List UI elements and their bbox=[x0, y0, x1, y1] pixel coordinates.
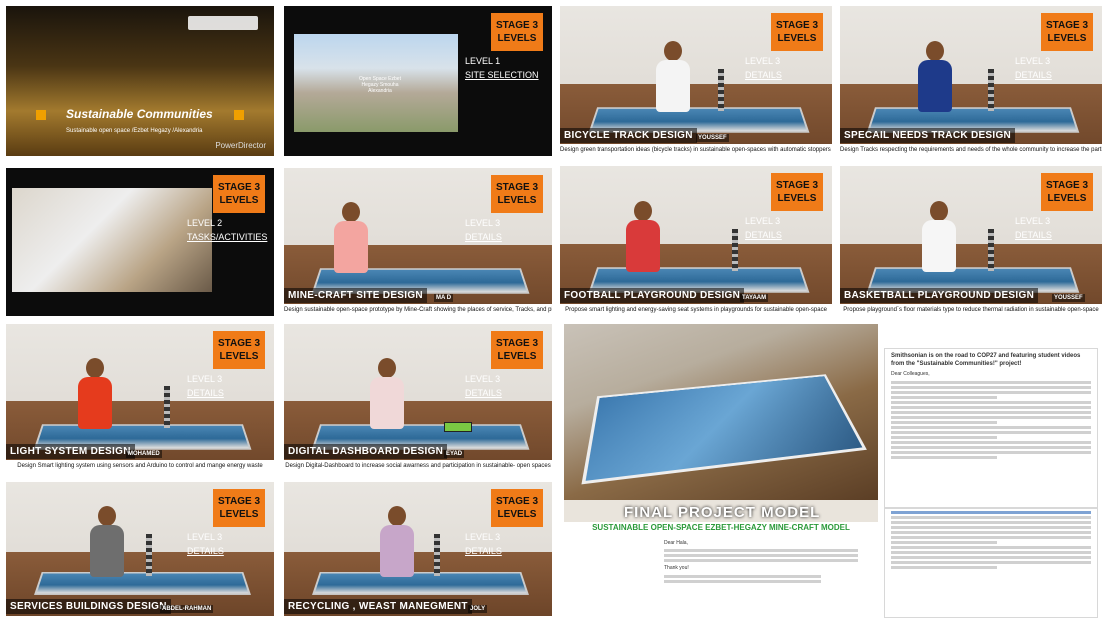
letter-greeting: Dear Hala, bbox=[664, 540, 688, 546]
watermark: PowerDirector bbox=[215, 141, 266, 150]
level-info: LEVEL 3 DETAILS bbox=[465, 218, 502, 242]
level-info: LEVEL 3 DETAILS bbox=[745, 56, 782, 80]
recycling-tile: STAGE 3 LEVELS LEVEL 3 DETAILS RECYCLING ,… bbox=[284, 482, 552, 616]
tile-caption: Design sustainable open-space prototype … bbox=[284, 304, 552, 316]
site-tile: Open Space Ezbet Hegazy Smouha Alexandri… bbox=[284, 6, 552, 156]
student-name: TAYAAM bbox=[740, 294, 769, 302]
tile-title: LIGHT SYSTEM DESIGN bbox=[6, 444, 135, 459]
basketball-tile: STAGE 3 LEVELS LEVEL 3 DETAILS BASKETBALL … bbox=[840, 166, 1102, 316]
bicycle-tile: STAGE 3 LEVELS LEVEL 3 DETAILS BICYCLE TRA… bbox=[560, 6, 832, 156]
email-greeting: Dear Colleagues, bbox=[891, 371, 930, 377]
services-tile: STAGE 3 LEVELS LEVEL 3 DETAILS SERVICES BU… bbox=[6, 482, 274, 616]
level-info: LEVEL 3 DETAILS bbox=[465, 532, 502, 556]
letter-screenshot: Dear Hala, Thank you! bbox=[564, 536, 878, 616]
tasks-collage bbox=[12, 188, 212, 292]
email-continuation bbox=[884, 508, 1098, 618]
dashboard-tile: STAGE 3 LEVELS LEVEL 3 DETAILS DIGITAL DAS… bbox=[284, 324, 552, 472]
student-name: YOUSSEF bbox=[1052, 294, 1085, 302]
minecraft-tile: STAGE 3 LEVELS LEVEL 3 DETAILS MINE-CRAFT … bbox=[284, 168, 552, 316]
tile-caption: Design Tracks respecting the requirement… bbox=[840, 144, 1102, 156]
stage-badge: STAGE 3 LEVELS bbox=[771, 173, 823, 211]
light-tile: STAGE 3 LEVELS LEVEL 3 DETAILS LIGHT SYSTE… bbox=[6, 324, 274, 472]
level-info: LEVEL 3 DETAILS bbox=[187, 374, 224, 398]
final-model-tile: FINAL PROJECT MODEL SUSTAINABLE OPEN-SPA… bbox=[564, 324, 878, 534]
university-logo bbox=[188, 16, 258, 30]
intro-subtitle: Sustainable open space /Ezbet Hegazy /Al… bbox=[66, 128, 203, 134]
student-name: MA D bbox=[434, 294, 454, 302]
intro-tile: Sustainable Communities Sustainable open… bbox=[6, 6, 274, 156]
tile-caption: Design Digital-Dashboard to increase soc… bbox=[284, 460, 552, 472]
level-info: LEVEL 3 DETAILS bbox=[465, 374, 502, 398]
tile-title: MINE-CRAFT SITE DESIGN bbox=[284, 288, 427, 303]
bullet-right bbox=[234, 110, 244, 120]
stage-badge: STAGE 3 LEVELS bbox=[213, 175, 265, 213]
tile-title: SERVICES BUILDINGS DESIGN bbox=[6, 599, 171, 614]
tile-title: DIGITAL DASHBOARD DESIGN bbox=[284, 444, 448, 459]
stage-badge: STAGE 3 LEVELS bbox=[491, 489, 543, 527]
bullet-left bbox=[36, 110, 46, 120]
stage-badge: STAGE 3 LEVELS bbox=[213, 331, 265, 369]
level-info: LEVEL 3 DETAILS bbox=[187, 532, 224, 556]
email-screenshot: Smithsonian is on the road to COP27 and … bbox=[884, 348, 1098, 508]
stage-badge: STAGE 3 LEVELS bbox=[771, 13, 823, 51]
special-tile: STAGE 3 LEVELS LEVEL 3 DETAILS SPECAIL NEE… bbox=[840, 6, 1102, 156]
tile-caption: Design green transportation ideas (bicyc… bbox=[560, 144, 832, 156]
intro-title: Sustainable Communities bbox=[66, 107, 213, 121]
stage-badge: STAGE 3 LEVELS bbox=[213, 489, 265, 527]
tile-caption: Propose smart lighting and energy-saving… bbox=[560, 304, 832, 316]
tile-title: FOOTBALL PLAYGROUND DESIGN bbox=[560, 288, 745, 303]
stage-badge: STAGE 3 LEVELS bbox=[1041, 173, 1093, 211]
student-name: EYAD bbox=[444, 450, 465, 458]
student-name: JOLY bbox=[468, 605, 488, 613]
level-info: LEVEL 3 DETAILS bbox=[745, 216, 782, 240]
final-title: FINAL PROJECT MODEL bbox=[624, 504, 821, 521]
tile-title: BASKETBALL PLAYGROUND DESIGN bbox=[840, 288, 1039, 303]
student-name: YOUSSEF bbox=[696, 134, 729, 142]
tile-title: SPECAIL NEEDS TRACK DESIGN bbox=[840, 128, 1016, 143]
tile-caption: Propose playground`s floor materials typ… bbox=[840, 304, 1102, 316]
level-info: LEVEL 2 TASKS/ACTIVITIES bbox=[187, 218, 268, 242]
tile-caption: Design Smart lighting system using senso… bbox=[6, 460, 274, 472]
site-overlay-text: Open Space Ezbet Hegazy Smouha Alexandri… bbox=[359, 76, 401, 94]
tile-title: BICYCLE TRACK DESIGN bbox=[560, 128, 697, 143]
tasks-tile: STAGE 3 LEVELS LEVEL 2 TASKS/ACTIVITIES bbox=[6, 168, 274, 316]
level-info: LEVEL 3 DETAILS bbox=[1015, 56, 1052, 80]
letter-close: Thank you! bbox=[664, 565, 689, 571]
stage-badge: STAGE 3 LEVELS bbox=[491, 13, 543, 51]
student-name: ABDEL-RAHMAN bbox=[160, 605, 214, 613]
stage-badge: STAGE 3 LEVELS bbox=[491, 331, 543, 369]
level-info: LEVEL 1 SITE SELECTION bbox=[465, 56, 539, 80]
final-subtitle: SUSTAINABLE OPEN-SPACE EZBET-HEGAZY MINE… bbox=[564, 522, 878, 534]
lcd-display bbox=[444, 422, 472, 432]
email-subject: Smithsonian is on the road to COP27 and … bbox=[891, 353, 1081, 367]
tile-title: RECYCLING , WEAST MANEGMENT bbox=[284, 599, 472, 614]
level-info: LEVEL 3 DETAILS bbox=[1015, 216, 1052, 240]
student-name: MOHAMED bbox=[126, 450, 162, 458]
football-tile: STAGE 3 LEVELS LEVEL 3 DETAILS FOOTBALL PL… bbox=[560, 166, 832, 316]
stage-badge: STAGE 3 LEVELS bbox=[491, 175, 543, 213]
stage-badge: STAGE 3 LEVELS bbox=[1041, 13, 1093, 51]
